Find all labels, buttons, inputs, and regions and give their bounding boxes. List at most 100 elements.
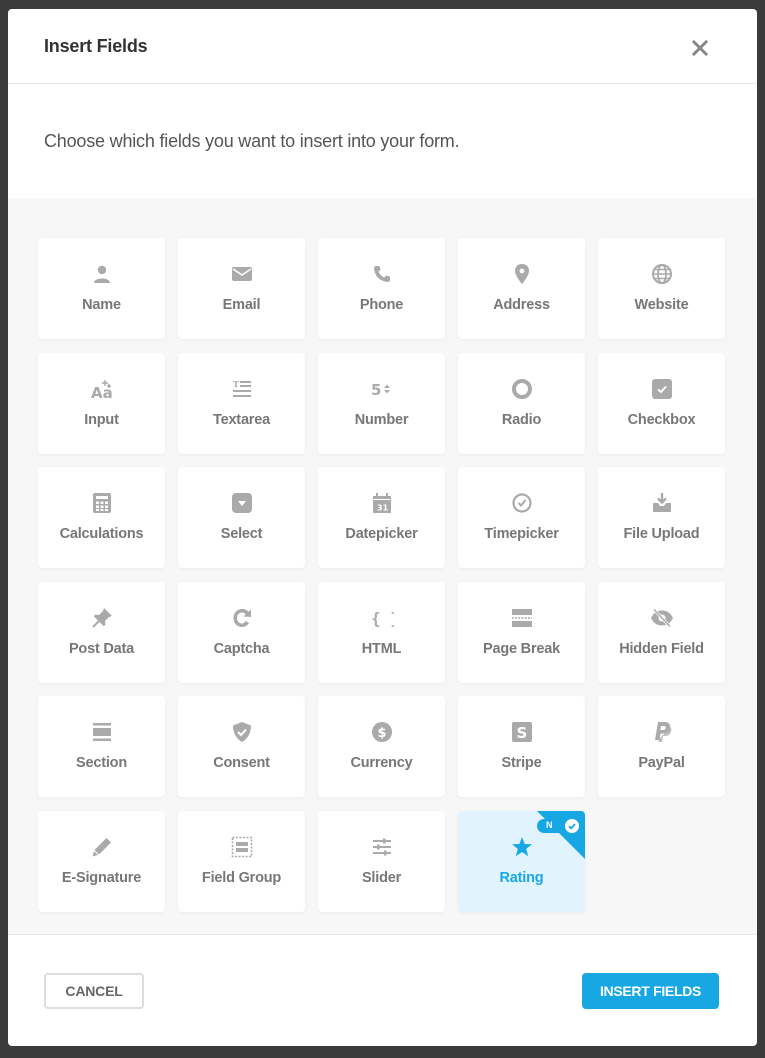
eye-off-icon [598, 607, 725, 629]
svg-text:S: S [516, 724, 527, 742]
dialog-intro: Choose which fields you want to insert i… [8, 84, 757, 198]
field-card-label: Timepicker [484, 526, 559, 542]
field-card-label: File Upload [623, 526, 700, 542]
field-card-datepicker[interactable]: 31 Datepicker [318, 467, 445, 568]
close-button[interactable] [688, 36, 712, 60]
pin-icon [38, 607, 165, 629]
field-card-hidden-field[interactable]: Hidden Field [598, 581, 725, 683]
field-card-radio[interactable]: Radio [458, 352, 585, 454]
field-card-website[interactable]: Website [598, 238, 725, 339]
field-card-rating[interactable]: Rating N [458, 810, 585, 912]
sliders-icon [318, 836, 445, 858]
field-card-label: Radio [501, 411, 542, 428]
insert-fields-button[interactable]: INSERT FIELDS [582, 973, 719, 1009]
fields-grid: Name Email Phone Address Website Aa Input T Text… [8, 198, 757, 935]
field-card-label: Input [84, 411, 119, 428]
field-card-label: PayPal [638, 755, 685, 771]
field-card-file-upload[interactable]: File Upload [598, 467, 725, 568]
page-break-icon [458, 607, 585, 629]
field-card-timepicker[interactable]: Timepicker [458, 467, 585, 568]
select-icon [178, 492, 305, 514]
section-icon [38, 721, 165, 743]
field-card-post-data[interactable]: Post Data [38, 581, 165, 683]
pencil-icon [38, 836, 165, 858]
field-card-label: Rating [499, 869, 544, 886]
dialog-title: Insert Fields [44, 36, 148, 56]
intro-text: Choose which fields you want to insert i… [44, 131, 460, 151]
field-card-stripe[interactable]: S Stripe [458, 696, 585, 797]
field-card-label: Calculations [59, 526, 144, 542]
field-card-label: Page Break [483, 640, 560, 657]
field-card-html[interactable]: { } HTML [318, 581, 445, 683]
field-card-number[interactable]: 5 Number [318, 352, 445, 454]
field-card-label: HTML [361, 640, 402, 657]
dialog-header: Insert Fields [8, 9, 757, 84]
checkbox-icon [598, 378, 725, 400]
field-card-page-break[interactable]: Page Break [458, 581, 585, 683]
field-card-select[interactable]: Select [178, 467, 305, 568]
field-card-label: Hidden Field [619, 640, 704, 657]
dollar-icon: $ [318, 721, 445, 743]
field-card-label: Post Data [68, 640, 135, 657]
field-card-label: Slider [361, 869, 402, 886]
field-card-label: Section [76, 755, 127, 771]
field-card-label: Textarea [213, 411, 270, 428]
field-card-textarea[interactable]: T Textarea [178, 352, 305, 454]
field-card-label: Address [493, 297, 550, 313]
field-card-input[interactable]: Aa Input [38, 352, 165, 454]
cancel-button[interactable]: CANCEL [44, 973, 144, 1009]
radio-icon [458, 378, 585, 400]
field-card-label: E-Signature [61, 869, 142, 886]
field-card-name[interactable]: Name [38, 238, 165, 339]
insert-fields-dialog: Insert Fields Choose which fields you wa… [8, 9, 757, 1046]
field-card-label: Datepicker [345, 526, 418, 542]
paypal-icon [598, 721, 725, 743]
shield-check-icon [178, 721, 305, 743]
code-braces-icon: { } [318, 607, 445, 629]
calendar-icon: 31 [318, 492, 445, 514]
field-card-label: Email [222, 297, 261, 313]
selected-check-icon [565, 818, 579, 833]
field-card-captcha[interactable]: Captcha [178, 581, 305, 683]
field-card-label: Number [354, 411, 409, 428]
clock-icon [458, 492, 585, 514]
envelope-icon [178, 263, 305, 285]
map-pin-icon [458, 263, 585, 285]
stripe-icon: S [458, 721, 585, 743]
close-icon [691, 39, 709, 57]
field-card-checkbox[interactable]: Checkbox [598, 352, 725, 454]
field-card-label: Stripe [501, 755, 542, 771]
field-card-calculations[interactable]: Calculations [38, 467, 165, 568]
new-badge-text: N [546, 819, 553, 830]
field-card-section[interactable]: Section [38, 696, 165, 797]
field-card-label: Captcha [213, 640, 270, 657]
field-group-icon [178, 836, 305, 858]
svg-text:5: 5 [371, 381, 381, 398]
text-input-icon: Aa [38, 378, 165, 400]
field-card-address[interactable]: Address [458, 238, 585, 339]
svg-text:{ }: { } [371, 609, 394, 628]
field-card-field-group[interactable]: Field Group [178, 810, 305, 912]
svg-text:31: 31 [377, 504, 389, 513]
field-card-paypal[interactable]: PayPal [598, 696, 725, 797]
user-icon [38, 263, 165, 285]
phone-icon [318, 263, 445, 285]
field-card-slider[interactable]: Slider [318, 810, 445, 912]
dialog-footer: CANCEL INSERT FIELDS [8, 935, 757, 1046]
field-card-label: Currency [350, 755, 413, 771]
field-card-currency[interactable]: $ Currency [318, 696, 445, 797]
calculator-icon [38, 492, 165, 514]
captcha-icon [178, 607, 305, 629]
number-icon: 5 [318, 378, 445, 400]
globe-icon [598, 263, 725, 285]
field-card-label: Select [220, 526, 263, 542]
field-card-label: Field Group [201, 869, 282, 886]
field-card-consent[interactable]: Consent [178, 696, 305, 797]
field-card-email[interactable]: Email [178, 238, 305, 339]
field-card-label: Consent [213, 755, 270, 771]
svg-text:$: $ [377, 726, 386, 741]
field-card-label: Phone [359, 297, 404, 313]
field-card-phone[interactable]: Phone [318, 238, 445, 339]
svg-text:T: T [233, 379, 239, 389]
field-card-e-signature[interactable]: E-Signature [38, 810, 165, 912]
